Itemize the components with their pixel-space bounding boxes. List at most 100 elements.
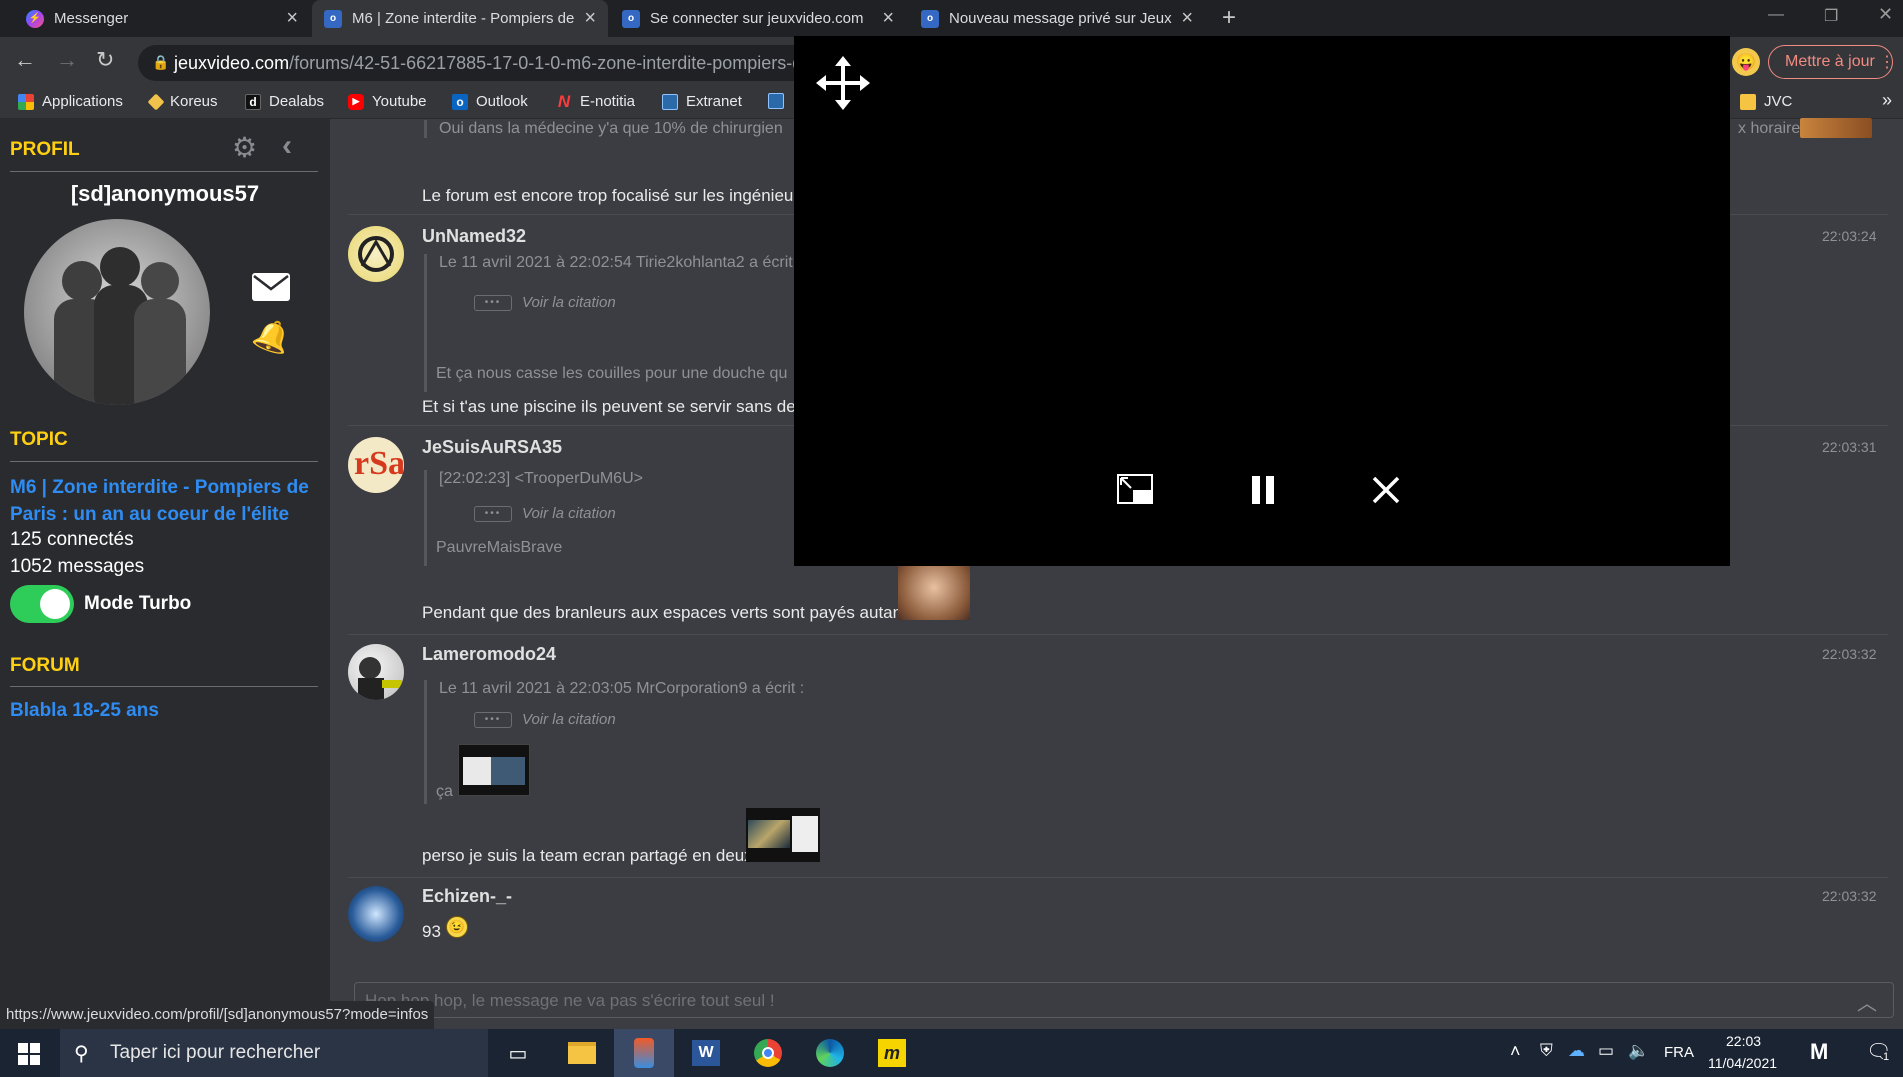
bookmark-enotitia[interactable]: N E-notitia	[556, 92, 635, 111]
gear-icon[interactable]: ⚙	[232, 131, 257, 164]
app-active-icon[interactable]	[614, 1029, 674, 1077]
bookmark-extranet[interactable]: Extranet	[662, 93, 742, 110]
address-domain: jeuxvideo.com	[174, 52, 290, 73]
quote-body: Et ça nous casse les couilles pour une d…	[436, 365, 788, 382]
search-placeholder: Taper ici pour rechercher	[110, 1042, 321, 1063]
sticker-image[interactable]	[898, 566, 970, 620]
minimize-button[interactable]: —	[1768, 6, 1784, 24]
update-button[interactable]: Mettre à jour ⋮	[1768, 45, 1895, 79]
menu-dots-icon[interactable]: ⋮	[1879, 52, 1895, 72]
language-indicator[interactable]: FRA	[1664, 1044, 1694, 1061]
windows-taskbar: ⚲ Taper ici pour rechercher ▭ W m ˄ ⛨ ☁ …	[0, 1029, 1903, 1077]
close-tab-icon[interactable]: ×	[882, 7, 894, 30]
forward-icon[interactable]: →	[56, 47, 78, 73]
bookmark-applications[interactable]: Applications	[18, 93, 123, 110]
forum-link[interactable]: Blabla 18-25 ans	[10, 700, 159, 722]
avatar[interactable]: rSa	[348, 437, 404, 493]
tray-expand-icon[interactable]: ˄	[1510, 1041, 1521, 1062]
word-icon[interactable]: W	[690, 1037, 722, 1069]
defender-icon[interactable]: ⛨	[1540, 1041, 1553, 1061]
messenger-icon: ⚡	[26, 9, 44, 28]
topic-link[interactable]: M6 | Zone interdite - Pompiers de Paris …	[10, 474, 320, 528]
tab-m6-zone-interdite[interactable]: o M6 | Zone interdite - Pompiers de ×	[312, 0, 608, 37]
bookmark-jvc-folder[interactable]: JVC	[1740, 93, 1792, 110]
post-time[interactable]: 22:03:32	[1822, 646, 1877, 662]
edge-icon[interactable]	[814, 1037, 846, 1069]
bookmark-label: Outlook	[476, 93, 528, 110]
tab-title: M6 | Zone interdite - Pompiers de	[352, 10, 575, 27]
bookmark-koreus[interactable]: Koreus	[147, 93, 218, 110]
taskbar-search-input[interactable]: ⚲ Taper ici pour rechercher	[60, 1029, 488, 1077]
profile-avatar-icon[interactable]: 😛	[1732, 48, 1760, 76]
volume-icon[interactable]: 🔈	[1628, 1041, 1649, 1061]
close-tab-icon[interactable]: ×	[584, 7, 596, 30]
clock-time[interactable]: 22:03	[1726, 1033, 1761, 1049]
clock-date[interactable]: 11/04/2021	[1708, 1055, 1777, 1071]
back-to-tab-icon[interactable]	[1117, 474, 1153, 504]
post-author[interactable]: Echizen-_-	[422, 886, 512, 907]
browser-tab-strip: ⚡ Messenger × o M6 | Zone interdite - Po…	[0, 0, 1903, 37]
chevron-up-icon[interactable]: ︿	[1857, 987, 1877, 1016]
pause-icon[interactable]	[1250, 476, 1276, 504]
profile-avatar[interactable]	[24, 219, 210, 405]
profile-section-title: PROFIL	[10, 139, 80, 160]
post-author[interactable]: UnNamed32	[422, 226, 526, 247]
post-time[interactable]: 22:03:32	[1822, 888, 1877, 904]
avatar[interactable]	[348, 226, 404, 282]
avatar[interactable]	[348, 644, 404, 700]
post-time[interactable]: 22:03:31	[1822, 439, 1877, 455]
post-author[interactable]: Lameromodo24	[422, 644, 556, 665]
windows-start-icon[interactable]	[18, 1043, 40, 1065]
profile-username[interactable]: [sd]anonymous57	[0, 181, 330, 207]
bookmark-label: JVC	[1764, 93, 1793, 110]
bookmarks-more-button[interactable]: »	[1882, 90, 1892, 111]
close-tab-icon[interactable]: ×	[1181, 7, 1193, 30]
tab-nouveau-message[interactable]: o Nouveau message privé sur Jeux ×	[909, 0, 1205, 37]
move-icon[interactable]	[814, 54, 872, 112]
bell-icon[interactable]: 🔔	[249, 314, 296, 360]
bookmark-outlook[interactable]: o Outlook	[452, 93, 528, 110]
chrome-icon[interactable]	[752, 1037, 784, 1069]
turbo-toggle[interactable]	[10, 585, 74, 623]
forum-sidebar: PROFIL ⚙ ‹ [sd]anonymous57 🔔 TOPIC M6 | …	[0, 119, 330, 1029]
mail-icon[interactable]	[252, 273, 290, 301]
post-text: perso je suis la team ecran partagé en d…	[422, 846, 753, 865]
tab-se-connecter[interactable]: o Se connecter sur jeuxvideo.com ×	[610, 0, 906, 37]
close-tab-icon[interactable]: ×	[286, 7, 298, 30]
task-view-icon[interactable]: ▭	[502, 1037, 534, 1069]
quote-header: Le 11 avril 2021 à 22:03:05 MrCorporatio…	[439, 680, 805, 697]
embedded-image[interactable]	[1800, 118, 1872, 138]
quoted-image[interactable]	[458, 744, 530, 796]
bookmark-unlabeled[interactable]	[768, 93, 792, 109]
avatar[interactable]	[348, 886, 404, 942]
tab-messenger[interactable]: ⚡ Messenger ×	[14, 0, 310, 37]
file-explorer-icon[interactable]	[566, 1037, 598, 1069]
divider	[10, 171, 318, 172]
close-icon[interactable]	[1372, 476, 1400, 504]
battery-icon[interactable]: ▭	[1598, 1041, 1614, 1061]
restore-button[interactable]: ❐	[1824, 6, 1838, 26]
see-quote-button[interactable]: ••• Voir la citation	[474, 294, 616, 311]
collapse-chevron-icon[interactable]: ‹	[282, 129, 292, 163]
outlook-icon: o	[452, 93, 468, 110]
see-quote-button[interactable]: ••• Voir la citation	[474, 711, 616, 728]
onedrive-icon[interactable]: ☁	[1568, 1041, 1585, 1061]
post-time[interactable]: 22:03:24	[1822, 228, 1877, 244]
back-icon[interactable]: ←	[14, 47, 36, 73]
divider	[10, 461, 318, 462]
app-m-icon[interactable]: m	[876, 1037, 908, 1069]
status-bar-url: https://www.jeuxvideo.com/profil/[sd]ano…	[0, 1001, 435, 1029]
bookmark-dealabs[interactable]: d Dealabs	[245, 93, 324, 110]
divider	[10, 686, 318, 687]
embedded-image[interactable]	[746, 808, 820, 862]
picture-in-picture-window[interactable]	[794, 36, 1730, 566]
turbo-label: Mode Turbo	[84, 593, 192, 614]
see-quote-button[interactable]: ••• Voir la citation	[474, 505, 616, 522]
bookmark-youtube[interactable]: ▶ Youtube	[348, 93, 427, 110]
post-author[interactable]: JeSuisAuRSA35	[422, 437, 562, 458]
reply-input[interactable]: Hop hop hop, le message ne va pas s'écri…	[354, 982, 1894, 1018]
new-tab-button[interactable]: +	[1222, 4, 1236, 32]
close-window-button[interactable]: ✕	[1878, 4, 1893, 25]
reload-icon[interactable]: ↻	[96, 47, 114, 73]
app-tray-icon[interactable]: M	[1810, 1039, 1828, 1065]
